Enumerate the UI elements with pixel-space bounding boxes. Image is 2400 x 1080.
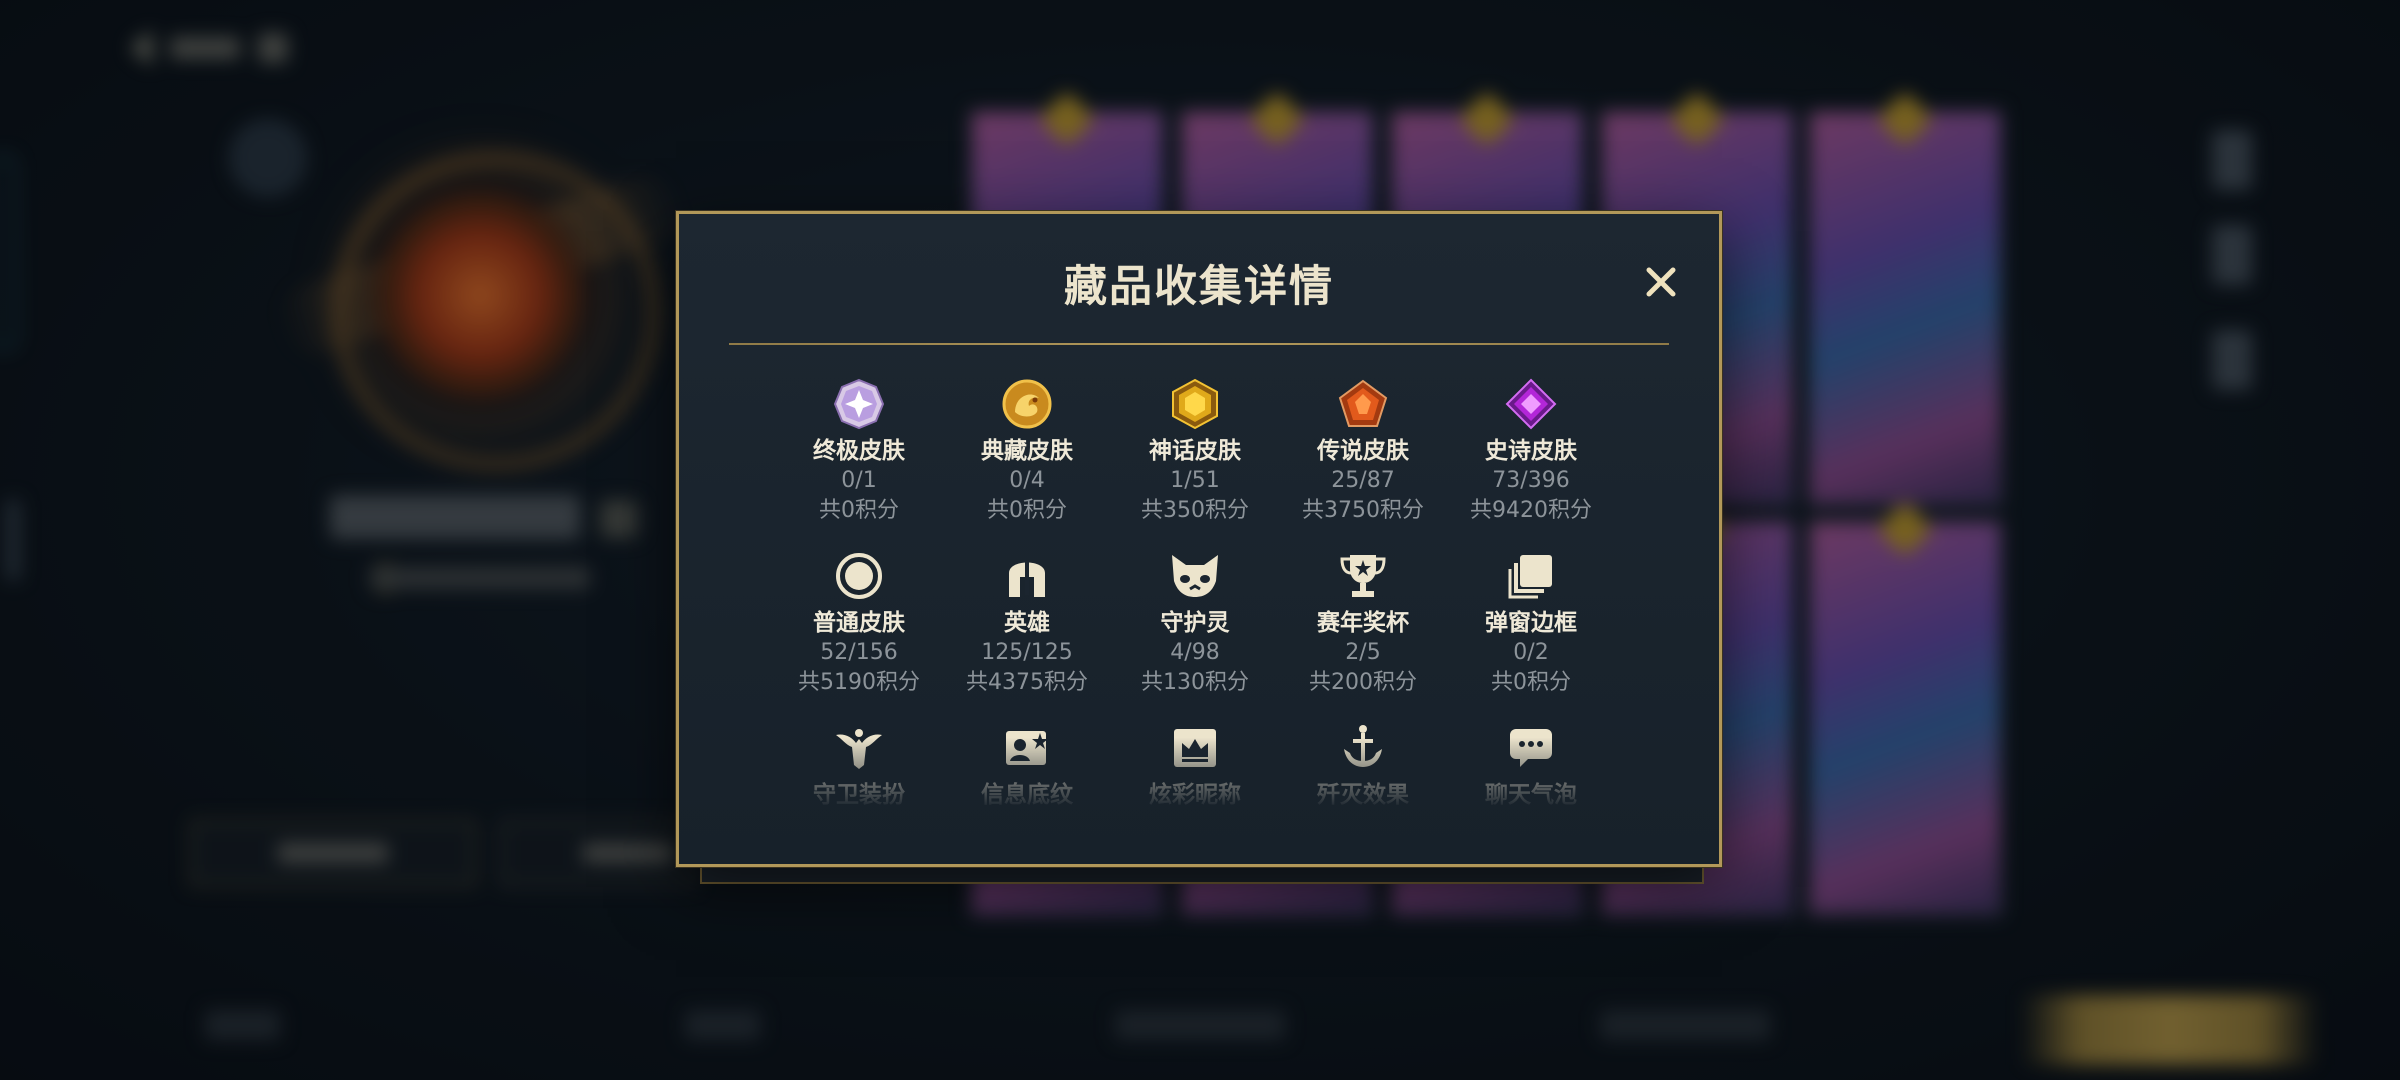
category-epic-skin[interactable]: 史诗皮肤 73/396 共9420积分 [1447, 376, 1615, 526]
category-points: 共350积分 [1141, 498, 1249, 523]
category-season-trophy[interactable]: 赛年奖杯 2/5 共200积分 [1279, 548, 1447, 698]
collection-details-dialog: 藏品收集详情 终极皮肤 0/1 共0积分 典藏皮肤 0/4 共0积分 神话皮肤 … [676, 211, 1722, 867]
epic-skin-gem-icon [1503, 376, 1559, 432]
category-annihilation-effect[interactable]: 歼灭效果 [1279, 720, 1447, 809]
category-scroll-area[interactable]: 终极皮肤 0/1 共0积分 典藏皮肤 0/4 共0积分 神话皮肤 1/51 共3… [679, 214, 1719, 809]
category-info-background[interactable]: 信息底纹 [943, 720, 1111, 809]
category-colorful-nickname[interactable]: 炫彩昵称 [1111, 720, 1279, 809]
category-count: 0/2 [1513, 640, 1549, 665]
ultimate-skin-gem-icon [831, 376, 887, 432]
category-count: 4/98 [1170, 640, 1220, 665]
colorful-nickname-icon [1167, 720, 1223, 776]
category-name: 信息底纹 [981, 782, 1073, 808]
category-name: 传说皮肤 [1317, 438, 1409, 464]
category-guard-costume[interactable]: 守卫装扮 [775, 720, 943, 809]
category-name: 聊天气泡 [1485, 782, 1577, 808]
hero-helmet-icon [999, 548, 1055, 604]
normal-skin-circle-icon [831, 548, 887, 604]
category-count: 73/396 [1492, 468, 1570, 493]
popup-frame-icon [1503, 548, 1559, 604]
category-count: 1/51 [1170, 468, 1220, 493]
category-hero[interactable]: 英雄 125/125 共4375积分 [943, 548, 1111, 698]
annihilation-effect-icon [1335, 720, 1391, 776]
category-name: 守卫装扮 [813, 782, 905, 808]
category-count: 125/125 [981, 640, 1073, 665]
category-name: 神话皮肤 [1149, 438, 1241, 464]
category-guardian-spirit[interactable]: 守护灵 4/98 共130积分 [1111, 548, 1279, 698]
category-points: 共0积分 [987, 498, 1067, 523]
guard-costume-icon [831, 720, 887, 776]
category-normal-skin[interactable]: 普通皮肤 52/156 共5190积分 [775, 548, 943, 698]
category-myth-skin[interactable]: 神话皮肤 1/51 共350积分 [1111, 376, 1279, 526]
category-name: 普通皮肤 [813, 610, 905, 636]
category-ultimate-skin[interactable]: 终极皮肤 0/1 共0积分 [775, 376, 943, 526]
category-points: 共4375积分 [966, 670, 1088, 695]
category-points: 共0积分 [819, 498, 899, 523]
category-count: 0/1 [841, 468, 877, 493]
category-name: 守护灵 [1160, 610, 1230, 636]
legend-skin-gem-icon [1335, 376, 1391, 432]
category-points: 共3750积分 [1302, 498, 1424, 523]
season-trophy-icon [1335, 548, 1391, 604]
category-grid: 终极皮肤 0/1 共0积分 典藏皮肤 0/4 共0积分 神话皮肤 1/51 共3… [775, 376, 1615, 809]
myth-skin-gem-icon [1167, 376, 1223, 432]
screen: 藏品收集详情 终极皮肤 0/1 共0积分 典藏皮肤 0/4 共0积分 神话皮肤 … [0, 0, 2400, 1080]
category-name: 歼灭效果 [1317, 782, 1409, 808]
category-legend-skin[interactable]: 传说皮肤 25/87 共3750积分 [1279, 376, 1447, 526]
category-points: 共200积分 [1309, 670, 1417, 695]
category-points: 共0积分 [1491, 670, 1571, 695]
category-points: 共9420积分 [1470, 498, 1592, 523]
category-collection-skin[interactable]: 典藏皮肤 0/4 共0积分 [943, 376, 1111, 526]
category-count: 25/87 [1331, 468, 1395, 493]
category-name: 典藏皮肤 [981, 438, 1073, 464]
category-count: 2/5 [1345, 640, 1381, 665]
category-points: 共5190积分 [798, 670, 920, 695]
category-chat-bubble[interactable]: 聊天气泡 [1447, 720, 1615, 809]
category-name: 终极皮肤 [813, 438, 905, 464]
category-name: 赛年奖杯 [1317, 610, 1409, 636]
category-name: 英雄 [1004, 610, 1050, 636]
category-name: 炫彩昵称 [1149, 782, 1241, 808]
category-name: 史诗皮肤 [1485, 438, 1577, 464]
collection-skin-dragon-icon [999, 376, 1055, 432]
category-name: 弹窗边框 [1485, 610, 1577, 636]
category-popup-frame[interactable]: 弹窗边框 0/2 共0积分 [1447, 548, 1615, 698]
category-count: 52/156 [820, 640, 898, 665]
chat-bubble-icon [1503, 720, 1559, 776]
category-count: 0/4 [1009, 468, 1045, 493]
guardian-spirit-icon [1167, 548, 1223, 604]
category-points: 共130积分 [1141, 670, 1249, 695]
info-background-icon [999, 720, 1055, 776]
